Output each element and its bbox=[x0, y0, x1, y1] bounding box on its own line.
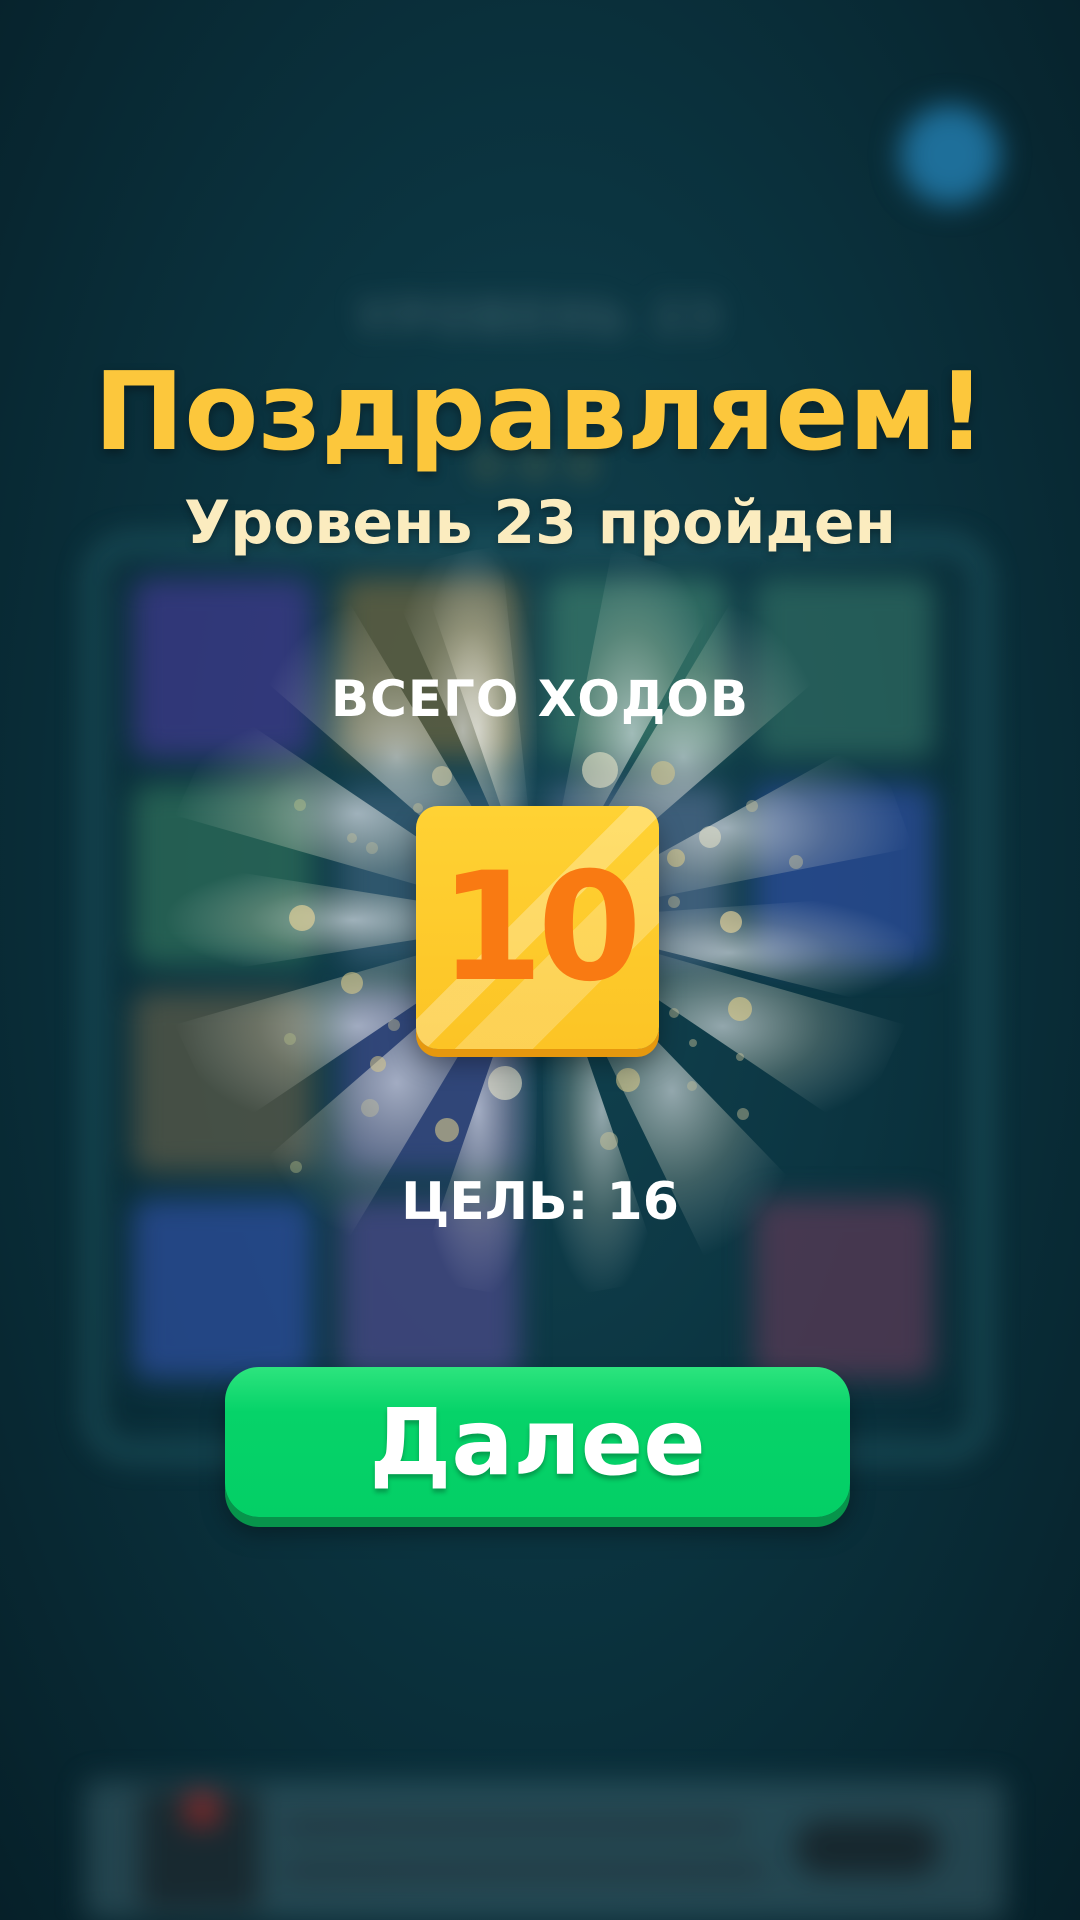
next-button[interactable]: Далее bbox=[225, 1367, 850, 1517]
sparkle-dot bbox=[689, 1039, 697, 1047]
sparkle-dot bbox=[488, 1066, 522, 1100]
sparkle-dot bbox=[737, 1108, 749, 1120]
settings-button-blurred bbox=[900, 105, 1000, 205]
level-title-blurred: УРОВЕНЬ 23 bbox=[355, 290, 725, 344]
sparkle-dot bbox=[667, 849, 685, 867]
sparkle-dot bbox=[370, 1056, 386, 1072]
sparkle-dot bbox=[789, 855, 803, 869]
sparkle-dot bbox=[582, 752, 618, 788]
moves-count-tile: 10 bbox=[416, 806, 659, 1049]
sparkle-dot bbox=[669, 1008, 679, 1018]
sparkle-dot bbox=[651, 761, 675, 785]
ad-button bbox=[795, 1820, 940, 1876]
sparkle-dot bbox=[432, 766, 452, 786]
sparkle-dot bbox=[435, 1118, 459, 1142]
next-button-label: Далее bbox=[369, 1388, 706, 1496]
congrats-title: Поздравляем! bbox=[93, 350, 987, 475]
sparkle-dot bbox=[388, 1019, 400, 1031]
sparkle-dot bbox=[668, 896, 680, 908]
sparkle-dot bbox=[746, 800, 758, 812]
sparkle-dot bbox=[366, 842, 378, 854]
total-moves-label: ВСЕГО ХОДОВ bbox=[331, 670, 749, 728]
sparkle-dot bbox=[687, 1081, 697, 1091]
ad-text-line bbox=[285, 1860, 765, 1882]
sparkle-dot bbox=[699, 826, 721, 848]
goal-label: ЦЕЛЬ: 16 bbox=[401, 1172, 679, 1232]
sparkle-dot bbox=[736, 1053, 744, 1061]
sparkle-dot bbox=[294, 799, 306, 811]
sparkle-dot bbox=[720, 911, 742, 933]
moves-count-value: 10 bbox=[439, 840, 642, 1015]
sparkle-dot bbox=[728, 997, 752, 1021]
sparkle-dot bbox=[616, 1068, 640, 1092]
ad-badge bbox=[185, 1792, 219, 1826]
sparkle-dot bbox=[284, 1033, 296, 1045]
sparkle-dot bbox=[341, 972, 363, 994]
sparkle-dot bbox=[347, 833, 357, 843]
sparkle-dot bbox=[600, 1132, 618, 1150]
ad-text-line bbox=[285, 1815, 745, 1837]
sparkle-dot bbox=[289, 905, 315, 931]
sparkle-dot bbox=[361, 1099, 379, 1117]
